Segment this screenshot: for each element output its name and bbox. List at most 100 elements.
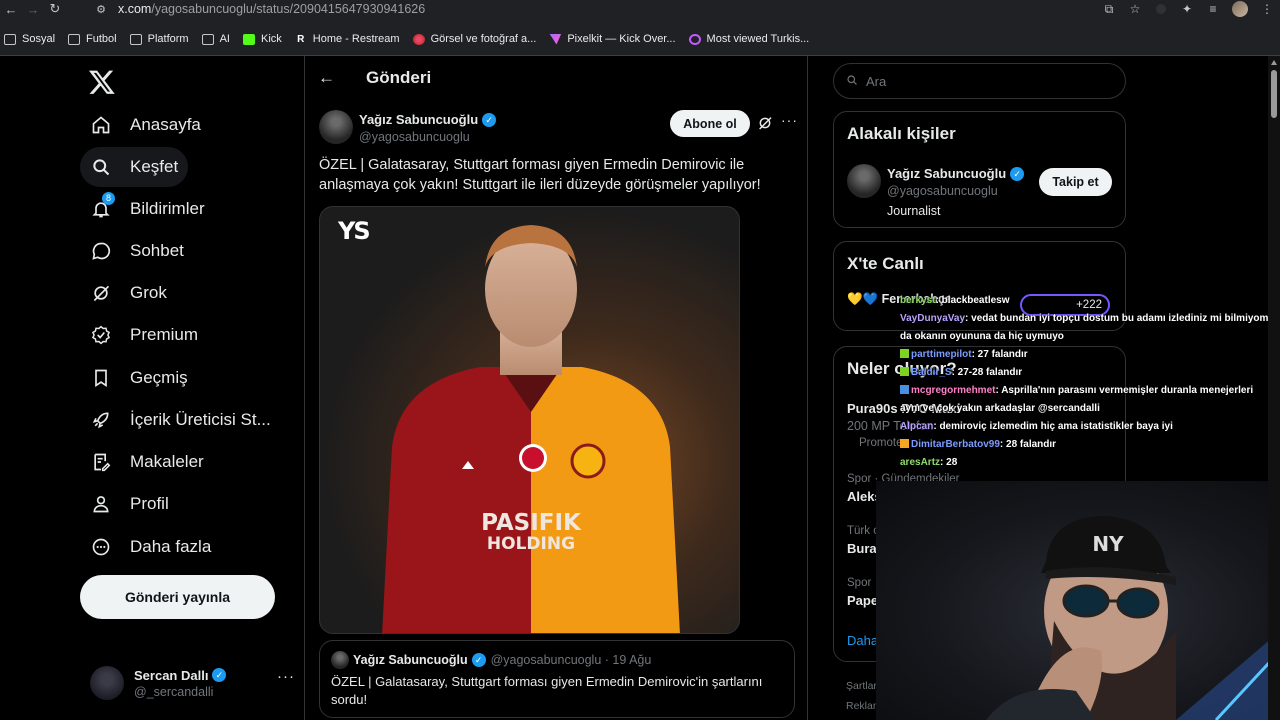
person-bio: Journalist [887, 204, 941, 218]
folder-icon [201, 33, 214, 45]
related-title: Alakalı kişiler [847, 124, 956, 143]
sidebar-item-profile[interactable]: Profil [80, 484, 179, 524]
verified-badge-icon: ✓ [1010, 166, 1025, 181]
chat-badge-icon [900, 385, 909, 394]
bookmark-most-viewed[interactable]: Most viewed Turkis... [688, 33, 809, 45]
sidebar-item-grok[interactable]: Grok [80, 273, 177, 313]
article-icon [90, 451, 112, 473]
sidebar-item-notifications[interactable]: 8 Bildirimler [80, 189, 215, 229]
author-name[interactable]: Yağız Sabuncuoğlu [359, 112, 478, 127]
player-photo: PASIFIK HOLDING [382, 225, 680, 633]
menu-icon[interactable]: ⋮ [1254, 2, 1280, 16]
follow-button[interactable]: Takip et [1039, 168, 1112, 196]
more-dots-icon[interactable]: ··· [781, 112, 798, 128]
person-name: Yağız Sabuncuoğlu [887, 166, 1007, 181]
chat-badge-icon [900, 349, 909, 358]
pixelkit-icon [549, 33, 562, 45]
live-title: X'te Canlı [847, 254, 924, 273]
avatar [847, 164, 881, 198]
search-input[interactable]: Ara [833, 63, 1126, 99]
sidebar-item-creator-studio[interactable]: İçerik Üreticisi St... [80, 400, 281, 440]
star-icon[interactable]: ☆ [1122, 2, 1148, 16]
bookmarks-bar: Sosyal Futbol Platform AI Kick R Home - R… [0, 28, 1280, 50]
chat-message: Alpcan: demiroviç izlemedim hiç ama ista… [900, 421, 1173, 432]
reload-icon[interactable]: ↻ [44, 0, 66, 18]
avatar [90, 666, 124, 700]
tweet-header: Yağız Sabuncuoğlu ✓ @yagosabuncuoglu Abon… [319, 110, 798, 150]
sidebar-item-explore[interactable]: Keşfet [80, 147, 189, 187]
chat-message: aresArtz: 28 [900, 457, 958, 468]
promoted-label: Promote [859, 437, 903, 449]
author-handle[interactable]: @yagosabuncuoglu [359, 130, 470, 144]
back-arrow-icon[interactable]: ← [318, 68, 335, 88]
account-name: Sercan Dallı [134, 667, 209, 683]
account-switcher[interactable]: Sercan Dallı ✓ @_sercandalli ··· [80, 658, 295, 708]
chat-message: VayDunyaVay: vedat bundan iyi topçu dost… [900, 313, 1269, 324]
media-queue-icon[interactable]: ≡ [1200, 2, 1226, 16]
extension-dot[interactable] [1156, 4, 1166, 14]
back-nav-icon[interactable]: ← [0, 0, 22, 18]
search-placeholder: Ara [866, 73, 887, 89]
chat-badge-icon [900, 367, 909, 376]
main-header: ← Gönderi [305, 56, 808, 100]
chat-message: mcgregormehmet: Asprilla'nın parasını ve… [900, 382, 1280, 400]
bookmark-kick[interactable]: Kick [242, 33, 282, 45]
svg-text:NY: NY [1092, 532, 1124, 556]
browser-actions: ⧉ ☆ ✦ ≡ ⋮ [1096, 0, 1280, 18]
left-sidebar: Anasayfa Keşfet 8 Bildirimler Sohbet Gro… [0, 56, 304, 720]
tweet-image[interactable]: YS PASIFIK HOLDING [319, 206, 740, 634]
subscribe-button[interactable]: Abone ol [670, 110, 750, 137]
bookmark-platform[interactable]: Platform [129, 33, 189, 45]
chat-message: parttimepilot: 27 falandır [900, 346, 1280, 364]
more-dots-icon[interactable]: ··· [277, 668, 295, 685]
account-handle: @_sercandalli [134, 684, 214, 699]
restream-icon: R [297, 33, 305, 45]
kick-icon [242, 33, 255, 45]
rocket-icon [90, 409, 112, 431]
notification-badge: 8 [102, 192, 115, 205]
bookmark-ai[interactable]: AI [201, 33, 230, 45]
bookmark-restream[interactable]: R Home - Restream [295, 33, 399, 45]
forward-nav-icon[interactable]: → [22, 0, 44, 18]
trend-item-title[interactable]: Pape [847, 593, 878, 608]
x-logo-icon[interactable] [88, 68, 116, 96]
address-bar[interactable]: ⚙ x.com/yagosabuncuoglu/status/209041564… [94, 0, 1094, 18]
profile-avatar[interactable] [1232, 1, 1248, 17]
related-people-card: Alakalı kişiler Yağız Sabuncuoğlu ✓ @yago… [833, 111, 1126, 228]
chat-message: DimitarBerbatov99: 28 falandır [900, 436, 1280, 454]
footer-terms-link[interactable]: Şartlar [846, 680, 877, 692]
bookmark-sosyal[interactable]: Sosyal [4, 33, 55, 45]
sidebar-item-articles[interactable]: Makaleler [80, 442, 214, 482]
url-host: x.com [118, 2, 152, 16]
chat-badge-icon [900, 439, 909, 448]
sidebar-item-bookmarks[interactable]: Geçmiş [80, 358, 198, 398]
bell-icon: 8 [90, 192, 115, 220]
show-more-link[interactable]: Daha [847, 633, 878, 648]
quoted-tweet[interactable]: Yağız Sabuncuoğlu ✓ @yagosabuncuoglu · 19… [319, 640, 795, 718]
scrollbar-thumb[interactable] [1271, 70, 1277, 118]
page-scrollbar[interactable] [1268, 56, 1280, 720]
author-avatar[interactable] [319, 110, 353, 144]
sidebar-item-premium[interactable]: Premium [80, 315, 208, 355]
sidebar-item-more[interactable]: Daha fazla [80, 527, 221, 567]
search-icon [90, 156, 112, 178]
grok-explain-icon[interactable] [757, 115, 773, 131]
trend-item-meta: Spor [847, 577, 872, 589]
person-handle: @yagosabuncuoglu [887, 184, 998, 198]
site-info-icon[interactable]: ⚙ [94, 2, 108, 16]
scroll-up-icon[interactable] [1271, 60, 1277, 65]
folder-icon [68, 33, 81, 45]
bookmark-icon [90, 367, 112, 389]
sidebar-item-chat[interactable]: Sohbet [80, 231, 194, 271]
sidebar-item-home[interactable]: Anasayfa [80, 105, 211, 145]
bookmark-futbol[interactable]: Futbol [68, 33, 117, 45]
search-icon [846, 74, 858, 89]
bookmark-pixelkit[interactable]: Pixelkit — Kick Over... [549, 33, 676, 45]
extensions-icon[interactable]: ✦ [1174, 2, 1200, 16]
jersey-sponsor-line1: PASIFIK [481, 510, 582, 536]
post-button[interactable]: Gönderi yayınla [80, 575, 275, 619]
folder-icon [129, 33, 142, 45]
bookmark-gorsel[interactable]: Görsel ve fotoğraf a... [412, 33, 536, 45]
install-icon[interactable]: ⧉ [1096, 2, 1122, 17]
twitch-icon [688, 33, 701, 45]
